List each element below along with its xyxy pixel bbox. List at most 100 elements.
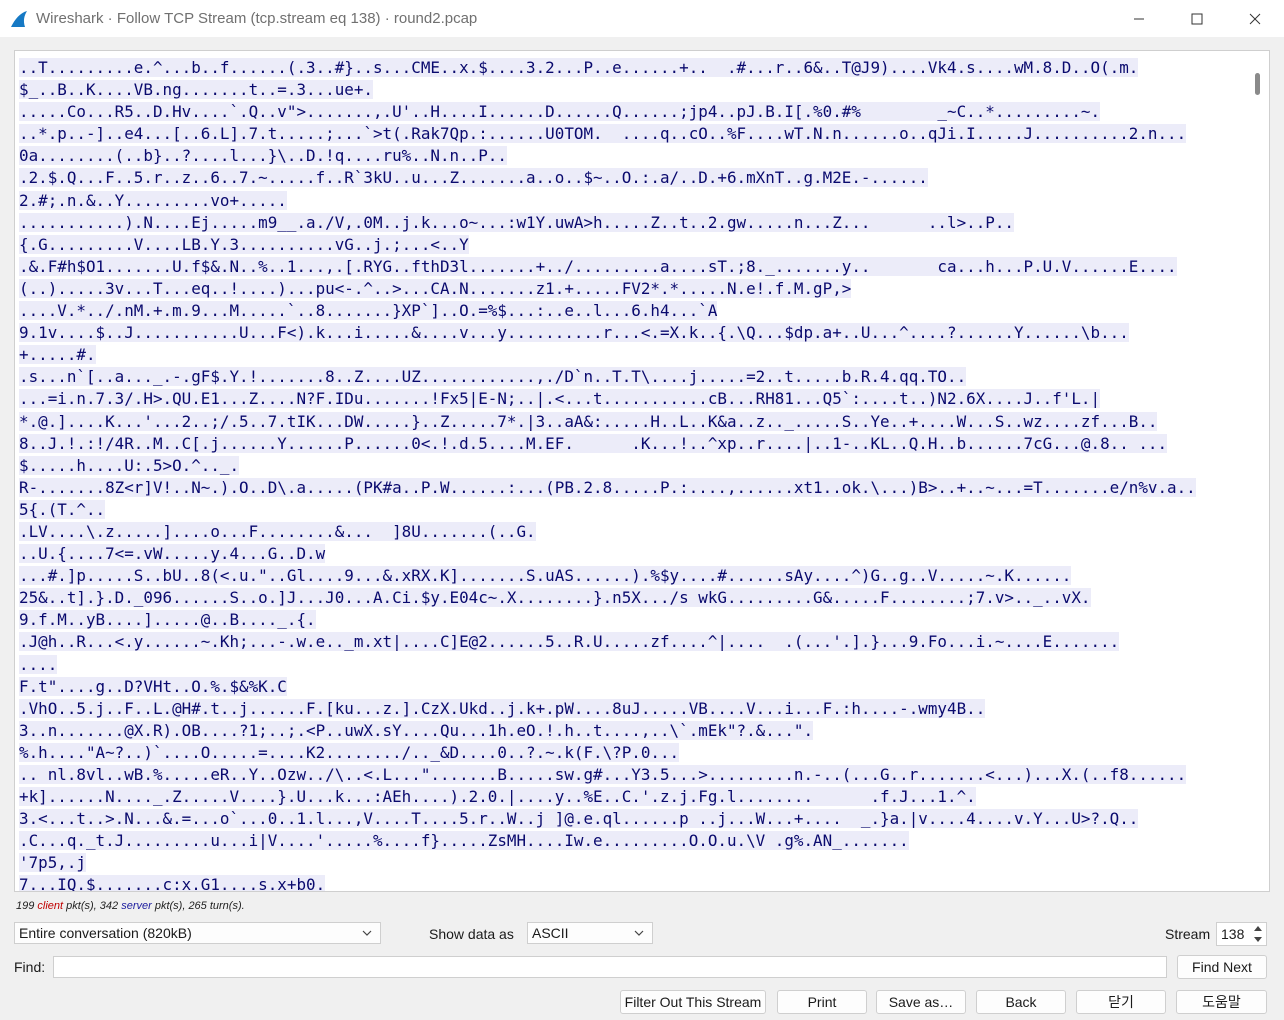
stream-line-text: 3.<...t..>.N...&.=...o`...0..1.l...,V...… — [19, 809, 1139, 829]
stream-line-text: ..U.{....7<=.vW.....y.4...G..D.w — [19, 544, 326, 564]
stream-line: 5{.(T.^.. — [19, 499, 1243, 521]
stream-line-text: F.t"....g..D?VHt..O.%.$&%K.C — [19, 676, 287, 696]
stream-line: 2.#;.n.&..Y.........vo+..... — [19, 190, 1243, 212]
stream-line: .. nl.8vl..wB.%.....eR..Y..Ozw../\..<.L.… — [19, 764, 1243, 786]
stream-line: '7p5,.j — [19, 852, 1243, 874]
stream-line-text: (..).....3v...T...eq..!....)...pu<-.^..>… — [19, 278, 852, 298]
close-window-button[interactable] — [1226, 0, 1284, 38]
stream-line: 8..J.!.:!/4R..M..C[.j......Y......P.....… — [19, 433, 1243, 455]
close-button[interactable]: 닫기 — [1076, 990, 1166, 1014]
stream-line: 25&..t].}.D._096......S..o.]J...J0...A.C… — [19, 587, 1243, 609]
stream-line: 3..n.......@X.R).OB....?1;..;.<P..uwX.sY… — [19, 720, 1243, 742]
stream-line: .LV....\.z.....]....o...F........&... ]8… — [19, 521, 1243, 543]
stream-text-view[interactable]: ..T.........e.^...b..f......(.3..#}..s..… — [14, 50, 1270, 892]
stream-line: ...#.]p.....S..bU..8(<.u."..Gl....9...&.… — [19, 565, 1243, 587]
stream-line-text: .... — [19, 654, 58, 674]
stream-line-text: .J@h..R...<.y......~.Kh;...-.w.e.._m.xt|… — [19, 632, 1120, 652]
stream-line: 7...IQ.$.......c:x.G1....s.x+b0. — [19, 874, 1243, 891]
stream-line: 3.<...t..>.N...&.=...o`...0..1.l...,V...… — [19, 808, 1243, 830]
stream-line: .&.F#h$O1.......U.f$&.N..%..1...,.[.RYG.… — [19, 256, 1243, 278]
show-data-select[interactable]: ASCII — [527, 922, 653, 944]
stream-line: .....Co...R5..D.Hv....`.Q..v">.......,.U… — [19, 101, 1243, 123]
stream-line: ...=i.n.7.3/.H>.QU.E1...Z....N?F.IDu....… — [19, 388, 1243, 410]
stream-line: .J@h..R...<.y......~.Kh;...-.w.e.._m.xt|… — [19, 631, 1243, 653]
stream-line-text: .....Co...R5..D.Hv....`.Q..v">.......,.U… — [19, 102, 1101, 122]
chevron-down-icon — [634, 930, 644, 936]
stream-number-spinbox[interactable]: 138 — [1216, 922, 1267, 946]
stream-line: ...........).N....Ej.....m9__.a./V,.0M..… — [19, 212, 1243, 234]
stream-line-text: 25&..t].}.D._096......S..o.]J...J0...A.C… — [19, 588, 1091, 608]
stream-line: 9.1v....$..J...........U...F<).k...i....… — [19, 322, 1243, 344]
stream-line-text: ..T.........e.^...b..f......(.3..#}..s..… — [19, 58, 1139, 77]
stream-line-text: $_..B..K....VB.ng.......t..=.3...ue+. — [19, 80, 373, 100]
stream-line-text: 2.#;.n.&..Y.........vo+..... — [19, 190, 287, 210]
stream-line: +.....#. — [19, 344, 1243, 366]
filter-out-stream-button[interactable]: Filter Out This Stream — [620, 990, 766, 1014]
client-packet-count: 199 — [16, 900, 35, 912]
stream-line-text: +.....#. — [19, 345, 96, 365]
stream-line-text: 3..n.......@X.R).OB....?1;..;.<P..uwX.sY… — [19, 720, 814, 740]
stream-line-text: .C...q._t.J.........u...i|V....'.....%..… — [19, 831, 909, 851]
vertical-scrollbar[interactable] — [1247, 51, 1269, 891]
chevron-down-icon[interactable] — [1252, 935, 1264, 944]
stream-line-text: ....V.*../.nM.+.m.9...M.....`..8.......}… — [19, 301, 718, 321]
stream-line-text: 9.f.M..yB....].....@..B...._.{. — [19, 610, 316, 630]
close-icon — [1249, 13, 1261, 25]
stream-number-value: 138 — [1221, 926, 1245, 942]
conversation-select-value: Entire conversation (820kB) — [19, 925, 192, 941]
chevron-down-icon — [362, 930, 372, 936]
stream-line-text: {.G.........V....LB.Y.3..........vG..j.;… — [19, 234, 469, 254]
find-input[interactable] — [53, 956, 1167, 978]
stream-line-text: ..*.p..-]..e4...[..6.L].7.t.....;...`>t(… — [19, 124, 1187, 144]
stream-line-text: '7p5,.j — [19, 853, 86, 873]
save-as-button[interactable]: Save as… — [876, 990, 966, 1014]
minimize-button[interactable] — [1110, 0, 1168, 38]
stream-content: ..T.........e.^...b..f......(.3..#}..s..… — [19, 57, 1243, 891]
stream-line-text: .2.$.Q...F..5.r..z..6..7.~.....f..R`3kU.… — [19, 168, 928, 188]
stream-stats: 199 client pkt(s), 342 server pkt(s), 26… — [16, 900, 245, 912]
stream-line-text: 7...IQ.$.......c:x.G1....s.x+b0. — [19, 875, 326, 891]
help-button[interactable]: 도움말 — [1176, 990, 1267, 1014]
stream-line: .C...q._t.J.........u...i|V....'.....%..… — [19, 830, 1243, 852]
stream-line: F.t"....g..D?VHt..O.%.$&%K.C — [19, 676, 1243, 698]
stream-line: $_..B..K....VB.ng.......t..=.3...ue+. — [19, 79, 1243, 101]
maximize-button[interactable] — [1168, 0, 1226, 38]
stream-line-text: .&.F#h$O1.......U.f$&.N..%..1...,.[.RYG.… — [19, 256, 1177, 276]
title-bar: Wireshark · Follow TCP Stream (tcp.strea… — [0, 0, 1284, 38]
stream-line: 9.f.M..yB....].....@..B...._.{. — [19, 609, 1243, 631]
back-button[interactable]: Back — [976, 990, 1066, 1014]
scrollbar-thumb[interactable] — [1255, 73, 1260, 95]
stream-line-text: +k]......N...._.Z.....V....}.U...k...:AE… — [19, 787, 976, 807]
server-label: server — [121, 900, 152, 912]
stream-line-text: 0a........(..b}..?....l...}\..D.!q....ru… — [19, 146, 507, 166]
print-button[interactable]: Print — [777, 990, 867, 1014]
find-next-button[interactable]: Find Next — [1177, 955, 1267, 979]
show-data-select-value: ASCII — [532, 925, 569, 941]
minimize-icon — [1134, 18, 1144, 20]
stream-line: *.@.]....K...'...2..;/.5..7.tIK...DW....… — [19, 411, 1243, 433]
stream-line: ..U.{....7<=.vW.....y.4...G..D.w — [19, 543, 1243, 565]
stream-line: R-.......8Z<r]V!..N~.).O..D\.a.....(PK#a… — [19, 477, 1243, 499]
stream-line-text: ...#.]p.....S..bU..8(<.u."..Gl....9...&.… — [19, 566, 1072, 586]
stream-line-text: 9.1v....$..J...........U...F<).k...i....… — [19, 323, 1129, 343]
stream-line: {.G.........V....LB.Y.3..........vG..j.;… — [19, 234, 1243, 256]
stream-line-text: %.h...."A~?..)`....O.....=....K2........… — [19, 742, 680, 762]
stream-line-text: *.@.]....K...'...2..;/.5..7.tIK...DW....… — [19, 411, 1158, 431]
stream-line-text: 8..J.!.:!/4R..M..C[.j......Y......P.....… — [19, 433, 1168, 453]
stream-line: (..).....3v...T...eq..!....)...pu<-.^..>… — [19, 278, 1243, 300]
stream-line: $.....h....U:.5>O.^.._. — [19, 455, 1243, 477]
chevron-up-icon[interactable] — [1252, 924, 1264, 933]
stream-line: .s...n`[..a..._.-.gF$.Y.!.......8..Z....… — [19, 366, 1243, 388]
stream-line: %.h...."A~?..)`....O.....=....K2........… — [19, 742, 1243, 764]
stream-line: .2.$.Q...F..5.r..z..6..7.~.....f..R`3kU.… — [19, 167, 1243, 189]
stream-line-text: ...=i.n.7.3/.H>.QU.E1...Z....N?F.IDu....… — [19, 389, 1101, 409]
stream-line-text: .VhO..5.j..F..L.@H#.t..j......F.[ku...z.… — [19, 698, 986, 718]
server-packet-count: pkt(s), 342 — [66, 900, 119, 912]
stream-line: ..*.p..-]..e4...[..6.L].7.t.....;...`>t(… — [19, 123, 1243, 145]
stream-line-text: .s...n`[..a..._.-.gF$.Y.!.......8..Z....… — [19, 367, 967, 387]
conversation-select[interactable]: Entire conversation (820kB) — [14, 922, 381, 944]
stream-line-text: .. nl.8vl..wB.%.....eR..Y..Ozw../\..<.L.… — [19, 765, 1187, 784]
turn-count: pkt(s), 265 turn(s). — [154, 900, 245, 912]
find-label: Find: — [14, 959, 46, 975]
stream-label: Stream — [1165, 926, 1211, 942]
